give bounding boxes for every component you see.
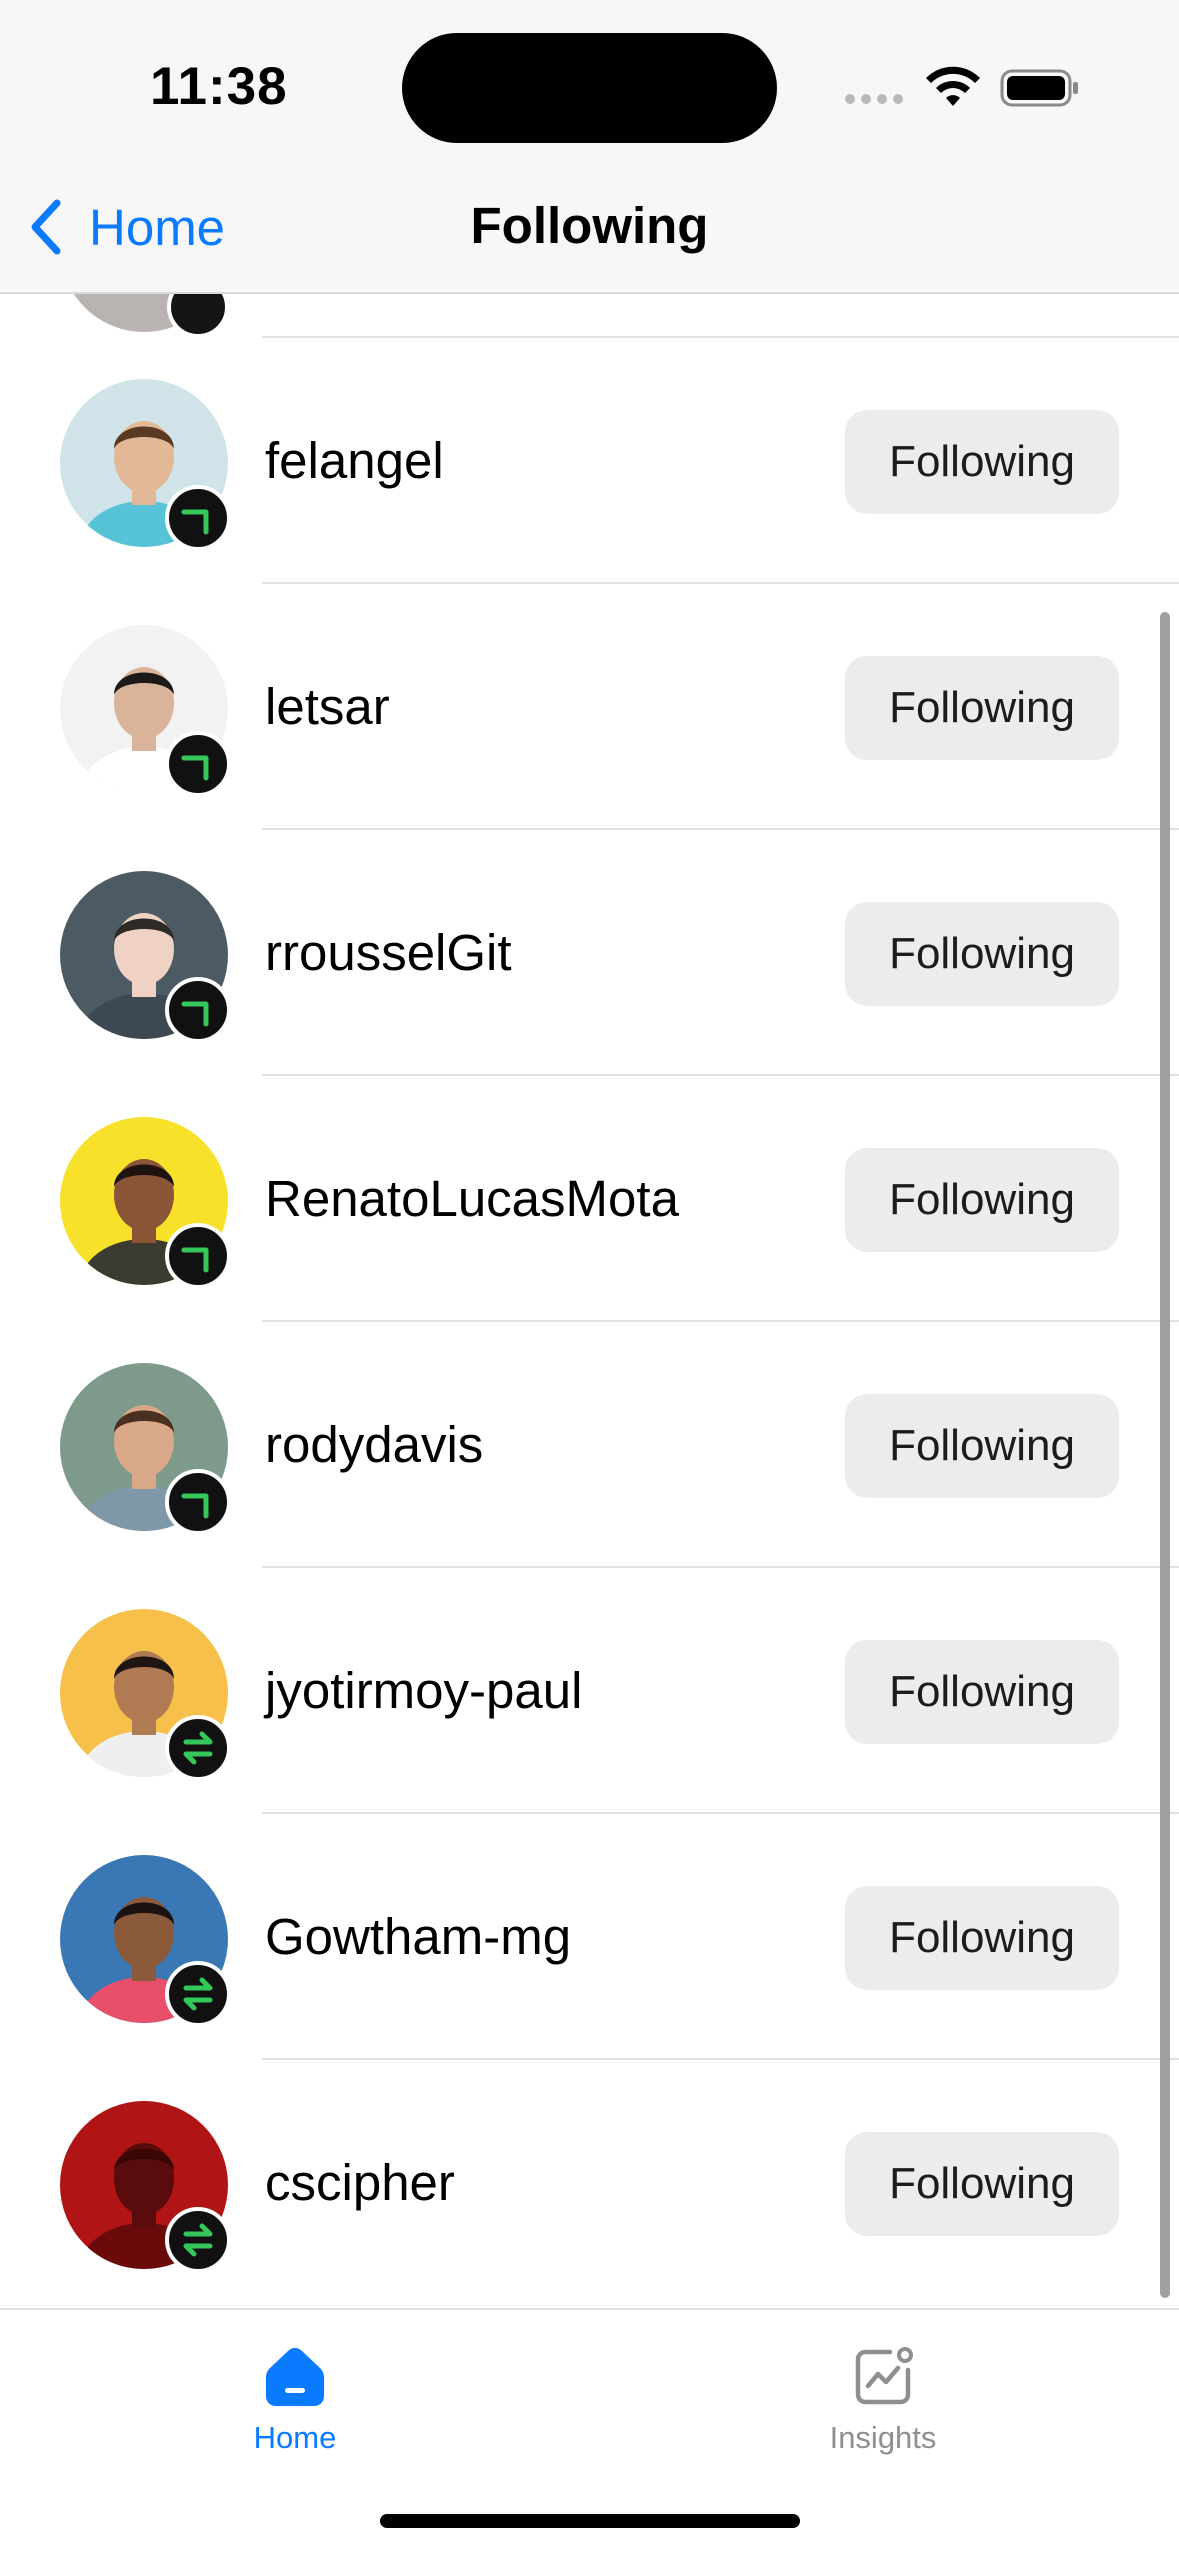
list-item[interactable]: rodydavis Following <box>0 1322 1179 1568</box>
partial-list-item <box>0 294 1179 338</box>
following-button[interactable]: Following <box>845 1148 1119 1252</box>
scrollbar[interactable] <box>1160 612 1170 2298</box>
mutual-arrows-icon <box>165 1715 231 1781</box>
tab-insights[interactable]: Insights <box>783 2330 983 2470</box>
username: felangel <box>265 432 444 489</box>
list-item[interactable]: Gowtham-mg Following <box>0 1814 1179 2060</box>
status-time: 11:38 <box>150 57 288 116</box>
username: Gowtham-mg <box>265 1908 572 1965</box>
insights-chart-icon <box>855 2347 913 2405</box>
one-way-arrow-icon <box>165 731 231 797</box>
following-button[interactable]: Following <box>845 1394 1119 1498</box>
one-way-arrow-icon <box>165 1469 231 1535</box>
following-button[interactable]: Following <box>845 2132 1119 2236</box>
battery-icon <box>1000 69 1078 107</box>
one-way-arrow-icon <box>165 1223 231 1289</box>
home-indicator <box>380 2514 800 2528</box>
cellular-signal-icon <box>845 94 903 104</box>
username: rodydavis <box>265 1416 484 1473</box>
following-button[interactable]: Following <box>845 410 1119 514</box>
following-button[interactable]: Following <box>845 1886 1119 1990</box>
list-item[interactable]: RenatoLucasMota Following <box>0 1076 1179 1322</box>
dynamic-island <box>402 33 777 143</box>
mutual-arrows-icon <box>165 1961 231 2027</box>
list-item[interactable]: jyotirmoy-paul Following <box>0 1568 1179 1814</box>
username: jyotirmoy-paul <box>265 1662 583 1719</box>
username: cscipher <box>265 2154 455 2211</box>
username: RenatoLucasMota <box>265 1170 679 1227</box>
page-title: Following <box>470 197 709 254</box>
username: rrousselGit <box>265 924 512 981</box>
wifi-icon <box>926 66 980 106</box>
navigation-header: 11:38 Home Following <box>0 0 1179 294</box>
one-way-arrow-icon <box>165 485 231 551</box>
tab-home-label: Home <box>253 2420 337 2455</box>
follow-status-badge <box>167 294 229 338</box>
mutual-arrows-icon <box>165 2207 231 2273</box>
list-item[interactable]: cscipher Following <box>0 2060 1179 2306</box>
following-button[interactable]: Following <box>845 656 1119 760</box>
one-way-arrow-icon <box>165 977 231 1043</box>
following-list[interactable]: felangel Following letsar Following rroussel… <box>0 294 1179 2308</box>
following-button[interactable]: Following <box>845 902 1119 1006</box>
list-item[interactable]: felangel Following <box>0 338 1179 584</box>
tab-insights-label: Insights <box>829 2420 937 2455</box>
following-button[interactable]: Following <box>845 1640 1119 1744</box>
username: letsar <box>265 678 390 735</box>
list-item[interactable]: letsar Following <box>0 584 1179 830</box>
list-item[interactable]: rrousselGit Following <box>0 830 1179 1076</box>
home-icon <box>266 2348 324 2406</box>
tab-home[interactable]: Home <box>195 2330 395 2470</box>
